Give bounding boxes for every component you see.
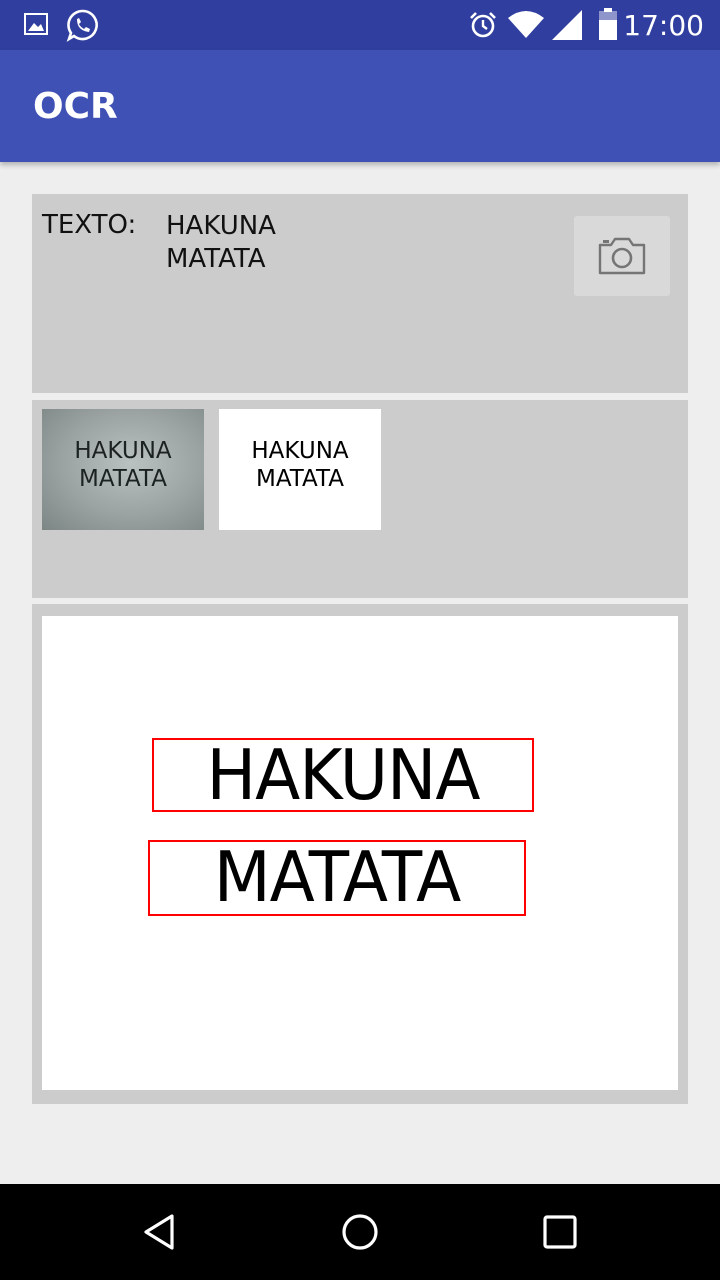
camera-icon <box>598 237 646 275</box>
result-label: TEXTO: <box>42 210 137 240</box>
thumbnails-panel: HAKUNA MATATA HAKUNA MATATA <box>32 400 688 598</box>
detected-word: HAKUNA <box>206 738 480 812</box>
detection-preview-image: HAKUNA MATATA <box>42 616 678 1090</box>
processed-image-thumbnail[interactable]: HAKUNA MATATA <box>219 409 381 530</box>
original-image-thumbnail[interactable]: HAKUNA MATATA <box>42 409 204 530</box>
preview-panel: HAKUNA MATATA <box>32 604 688 1104</box>
detected-word-box: MATATA <box>148 840 526 916</box>
clock-time: 17:00 <box>623 9 704 42</box>
original-thumbnail-line-2: MATATA <box>78 466 167 492</box>
alarm-icon <box>468 10 498 44</box>
processed-thumbnail-line-1: HAKUNA <box>251 438 349 464</box>
result-text: HAKUNA MATATA <box>166 210 276 276</box>
original-thumbnail-line-1: HAKUNA <box>74 438 172 464</box>
original-thumbnail-text: HAKUNA MATATA <box>42 437 204 493</box>
status-bar: 17:00 <box>0 0 720 50</box>
result-line-2: MATATA <box>166 244 266 274</box>
detected-word-box: HAKUNA <box>152 738 534 812</box>
result-panel: TEXTO: HAKUNA MATATA <box>32 194 688 393</box>
app-title: OCR <box>33 86 118 127</box>
camera-button[interactable] <box>574 216 670 296</box>
detected-word: MATATA <box>213 840 462 916</box>
home-icon[interactable] <box>340 1212 380 1252</box>
whatsapp-icon <box>66 8 100 46</box>
battery-icon <box>598 8 618 44</box>
back-icon[interactable] <box>140 1212 180 1252</box>
result-line-1: HAKUNA <box>166 211 276 241</box>
wifi-icon <box>508 10 544 42</box>
processed-thumbnail-line-2: MATATA <box>255 466 344 492</box>
navigation-bar <box>0 1184 720 1280</box>
app-bar: OCR <box>0 50 720 162</box>
gallery-notification-icon <box>24 13 48 39</box>
recents-icon[interactable] <box>540 1212 580 1252</box>
processed-thumbnail-text: HAKUNA MATATA <box>219 437 381 493</box>
signal-icon <box>552 10 582 44</box>
